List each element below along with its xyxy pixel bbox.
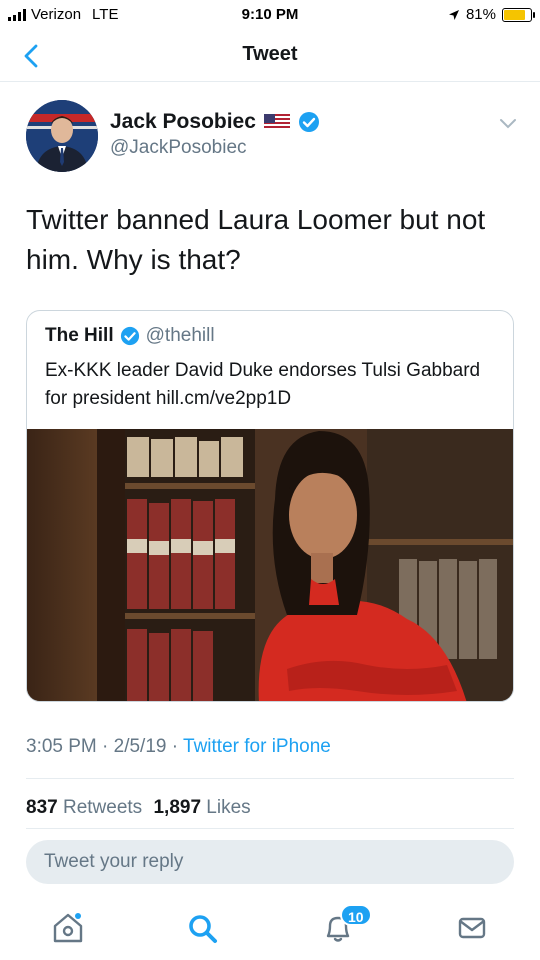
reply-input[interactable]: Tweet your reply	[26, 840, 514, 884]
search-icon[interactable]	[184, 910, 220, 946]
status-bar: Verizon LTE 9:10 PM 81%	[0, 0, 540, 30]
tweet-stats: 837 Retweets 1,897 Likes	[26, 797, 251, 819]
tweet-timestamp: 3:05 PM · 2/5/19 ·	[26, 736, 184, 757]
quoted-tweet-text: Ex-KKK leader David Duke endorses Tulsi …	[45, 360, 481, 409]
tweet-meta: 3:05 PM · 2/5/19 · Twitter for iPhone	[26, 736, 331, 758]
likes-label[interactable]: Likes	[206, 797, 250, 818]
retweets-count[interactable]: 837	[26, 797, 58, 818]
page-title: Tweet	[242, 43, 298, 65]
reply-placeholder: Tweet your reply	[44, 851, 184, 872]
location-arrow-icon	[448, 9, 459, 20]
author-handle[interactable]: @JackPosobiec	[110, 137, 247, 159]
verified-badge-icon	[298, 112, 319, 132]
home-icon[interactable]	[50, 910, 86, 946]
tweet-text: Twitter banned Laura Loomer but not him.…	[26, 204, 486, 275]
divider	[26, 778, 514, 779]
nav-bar: Tweet	[0, 30, 540, 82]
quoted-author-name: The Hill	[45, 325, 114, 346]
quoted-tweet-photo[interactable]	[27, 429, 514, 702]
quoted-tweet-card[interactable]: The Hill @thehill Ex-KKK leader David Du…	[26, 310, 514, 702]
avatar-photo	[26, 100, 98, 172]
divider	[26, 828, 514, 829]
quoted-tweet-header: The Hill @thehill	[45, 325, 215, 347]
tab-bar: 10	[0, 900, 540, 960]
retweets-label[interactable]: Retweets	[63, 797, 142, 818]
author-name-row[interactable]: Jack Posobiec	[110, 110, 320, 134]
us-flag-icon	[263, 114, 290, 130]
avatar[interactable]	[26, 100, 98, 172]
battery-percent: 81%	[465, 6, 496, 23]
battery-icon	[502, 7, 535, 22]
verified-badge-icon	[120, 326, 139, 346]
quoted-author-handle: @thehill	[145, 325, 215, 346]
messages-icon[interactable]	[454, 910, 490, 946]
notifications-badge: 10	[340, 904, 372, 926]
author-name[interactable]: Jack Posobiec	[110, 110, 256, 134]
status-right: 81%	[448, 6, 535, 23]
likes-count[interactable]: 1,897	[153, 797, 201, 818]
tweet-source-link[interactable]: Twitter for iPhone	[183, 736, 331, 757]
chevron-down-icon[interactable]	[498, 116, 518, 130]
